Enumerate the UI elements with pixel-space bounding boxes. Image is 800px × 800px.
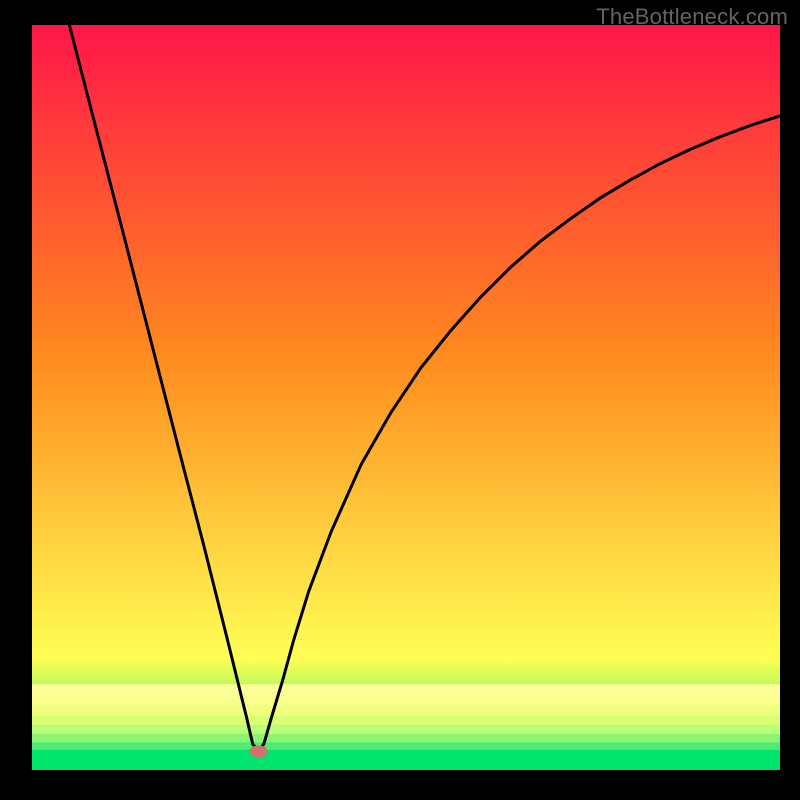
optimal-point-marker bbox=[250, 745, 268, 757]
chart-band bbox=[32, 706, 780, 716]
chart-frame: { "watermark": "TheBottleneck.com", "cha… bbox=[0, 0, 800, 800]
chart-band bbox=[32, 750, 780, 770]
chart-band bbox=[32, 716, 780, 725]
chart-band bbox=[32, 696, 780, 706]
chart-band bbox=[32, 742, 780, 749]
chart-band bbox=[32, 684, 780, 695]
chart-band bbox=[32, 734, 780, 742]
watermark-text: TheBottleneck.com bbox=[596, 4, 788, 30]
chart-background bbox=[32, 25, 780, 770]
chart-canvas bbox=[0, 0, 800, 800]
chart-band bbox=[32, 725, 780, 734]
